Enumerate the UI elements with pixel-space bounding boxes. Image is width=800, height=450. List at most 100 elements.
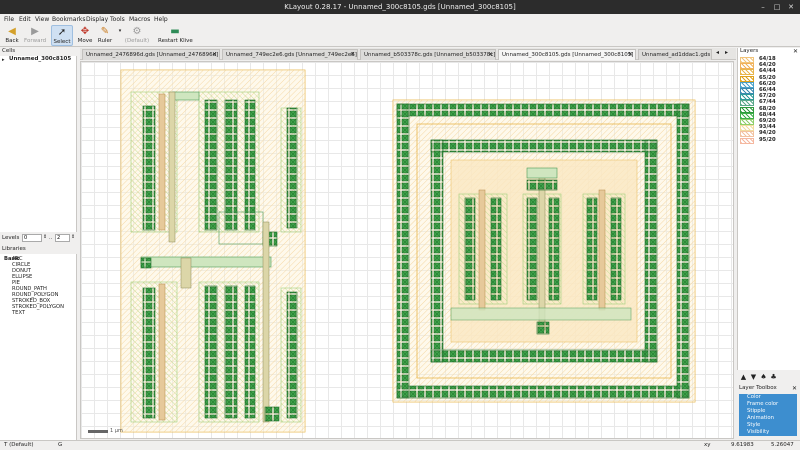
- left-cell[interactable]: [120, 69, 306, 433]
- move-icon: ✥: [80, 26, 90, 37]
- up-icon[interactable]: ▲: [739, 373, 748, 382]
- maximize-icon[interactable]: □: [772, 2, 782, 12]
- layer-name: 94/20: [759, 130, 776, 137]
- layer-name: 69/20: [759, 118, 776, 124]
- spade-icon[interactable]: ♠: [759, 373, 768, 382]
- status-xy-label: xy: [704, 442, 711, 448]
- levels-to-input[interactable]: [55, 234, 70, 242]
- close-tab-icon[interactable]: ✕: [350, 50, 355, 60]
- layers-panel: Layers ✕ 64/18 64/20 64/44 65/20 66/20 66/44 6…: [737, 48, 800, 370]
- menu-view[interactable]: View: [35, 16, 49, 23]
- layer-name: 65/20: [759, 74, 776, 81]
- scale-bar: 1 µm: [88, 427, 124, 434]
- move-button[interactable]: ✥ Move: [76, 25, 94, 46]
- toolbox-close-icon[interactable]: ✕: [792, 385, 797, 392]
- gear-icon: ⚙: [132, 26, 142, 37]
- tab-layout[interactable]: Unnamed_2476896d.gds [Unnamed_2476896d] ✕: [82, 49, 220, 60]
- close-tab-icon[interactable]: ✕: [488, 50, 493, 60]
- levels-sep: ..: [49, 235, 53, 241]
- layer-name: 68/44: [759, 111, 776, 118]
- tab-scroll-right-icon[interactable]: ▸: [725, 49, 728, 56]
- close-tab-icon[interactable]: ✕: [628, 50, 633, 60]
- status-y: 5.26047: [771, 442, 794, 448]
- spin-icon[interactable]: ⇕: [43, 234, 47, 240]
- layer-buttons: ▲ ▼ ♠ ♣: [737, 372, 800, 384]
- select-button[interactable]: ➚ Select: [51, 25, 73, 46]
- right-cell[interactable]: [392, 99, 696, 403]
- layer-name: 64/18: [759, 56, 776, 62]
- libraries-panel: Basic ARC CIRCLE DONUT ELLIPSE PIE ROUND…: [0, 254, 77, 440]
- toolbox-visibility[interactable]: Visibility: [739, 429, 797, 436]
- minimize-icon[interactable]: –: [758, 2, 768, 12]
- layer-name: 67/44: [759, 99, 776, 106]
- tab-layout[interactable]: Unnamed_b503378c.gds [Unnamed_b503378c] ✕: [360, 49, 496, 60]
- arrow-left-icon: ◀: [8, 26, 16, 37]
- menu-display[interactable]: Display: [86, 16, 108, 23]
- restart-klive-button[interactable]: ▬ Restart Klive: [158, 25, 193, 46]
- status-bar: T (Default) G xy 9.61983 5.26047: [0, 440, 800, 450]
- tab-layout[interactable]: Unnamed_749ec2e6.gds [Unnamed_749ec2e6] ✕: [222, 49, 358, 60]
- toolbox-stipple[interactable]: Stipple: [739, 408, 797, 415]
- forward-button[interactable]: ▶ Forward: [24, 25, 46, 46]
- menu-tools[interactable]: Tools: [110, 16, 125, 23]
- toolbox-style[interactable]: Style: [739, 422, 797, 429]
- layout-canvas[interactable]: 1 µm: [80, 61, 734, 439]
- expand-icon[interactable]: ▸: [2, 57, 5, 63]
- layer-swatch: [740, 131, 754, 138]
- ruler-dropdown[interactable]: ▾: [114, 25, 122, 46]
- layer-swatch: [740, 94, 754, 101]
- cell-item-top[interactable]: Unnamed_300c8105: [9, 56, 71, 62]
- levels-label: Levels: [2, 235, 20, 241]
- down-icon[interactable]: ▼: [749, 373, 758, 382]
- layer-item[interactable]: 95/20: [740, 137, 798, 144]
- layer-swatch: [740, 125, 754, 132]
- menu-edit[interactable]: Edit: [19, 16, 31, 23]
- layer-swatch: [740, 57, 754, 63]
- default-button[interactable]: ⚙ (Default): [124, 25, 150, 46]
- status-grid: G: [58, 442, 63, 448]
- terminal-icon: ▬: [170, 26, 180, 37]
- title-bar: KLayout 0.28.17 - Unnamed_300c8105.gds […: [0, 0, 800, 14]
- layer-swatch: [740, 63, 754, 70]
- layer-swatch: [740, 100, 754, 107]
- levels-from-input[interactable]: [22, 234, 42, 242]
- layer-toolbox-header: Layer Toolbox: [739, 385, 777, 391]
- ruler-button[interactable]: ✎ Ruler: [97, 25, 113, 46]
- back-button[interactable]: ◀ Back: [2, 25, 22, 46]
- layer-name: 66/44: [759, 87, 776, 93]
- layer-name: 66/20: [759, 80, 776, 87]
- arrow-right-icon: ▶: [31, 26, 39, 37]
- toolbox-frame-color[interactable]: Frame color: [739, 401, 797, 408]
- layer-name: 64/20: [759, 62, 776, 69]
- scale-bar-line: [88, 430, 108, 433]
- layer-name: 68/20: [759, 105, 776, 112]
- toolbox-color[interactable]: Color: [739, 394, 797, 401]
- menu-macros[interactable]: Macros: [129, 16, 150, 23]
- tab-layout-active[interactable]: Unnamed_300c8105.gds [Unnamed_300c8105] ✕: [498, 49, 636, 60]
- menu-help[interactable]: Help: [154, 16, 168, 23]
- layer-swatch: [740, 106, 754, 113]
- tab-layout[interactable]: Unnamed_ad1ddac1.gds: [638, 49, 712, 60]
- cells-header: Cells: [0, 48, 77, 56]
- close-tab-icon[interactable]: ✕: [212, 50, 217, 60]
- layers-close-icon[interactable]: ✕: [793, 48, 798, 55]
- cells-panel: ▸ Unnamed_300c8105: [0, 56, 77, 232]
- levels-control: Levels ⇕ .. ⇕: [0, 232, 77, 244]
- menu-bookmarks[interactable]: Bookmarks: [52, 16, 86, 23]
- toolbox-animation[interactable]: Animation: [739, 415, 797, 422]
- libraries-header: Libraries: [0, 246, 77, 254]
- layer-swatch: [740, 81, 754, 88]
- club-icon[interactable]: ♣: [769, 373, 778, 382]
- window-title: KLayout 0.28.17 - Unnamed_300c8105.gds […: [284, 3, 516, 11]
- pencil-icon: ✎: [100, 26, 110, 37]
- tab-scroll-left-icon[interactable]: ◂: [716, 49, 719, 56]
- layer-swatch: [740, 75, 754, 82]
- close-window-icon[interactable]: ✕: [786, 2, 796, 12]
- spin-icon[interactable]: ⇕: [71, 234, 75, 240]
- layer-swatch: [740, 112, 754, 119]
- layer-swatch: [740, 119, 754, 125]
- library-item[interactable]: TEXT: [12, 310, 25, 316]
- layer-name: 93/44: [759, 124, 776, 131]
- scale-label: 1 µm: [110, 428, 123, 434]
- menu-file[interactable]: File: [4, 16, 14, 23]
